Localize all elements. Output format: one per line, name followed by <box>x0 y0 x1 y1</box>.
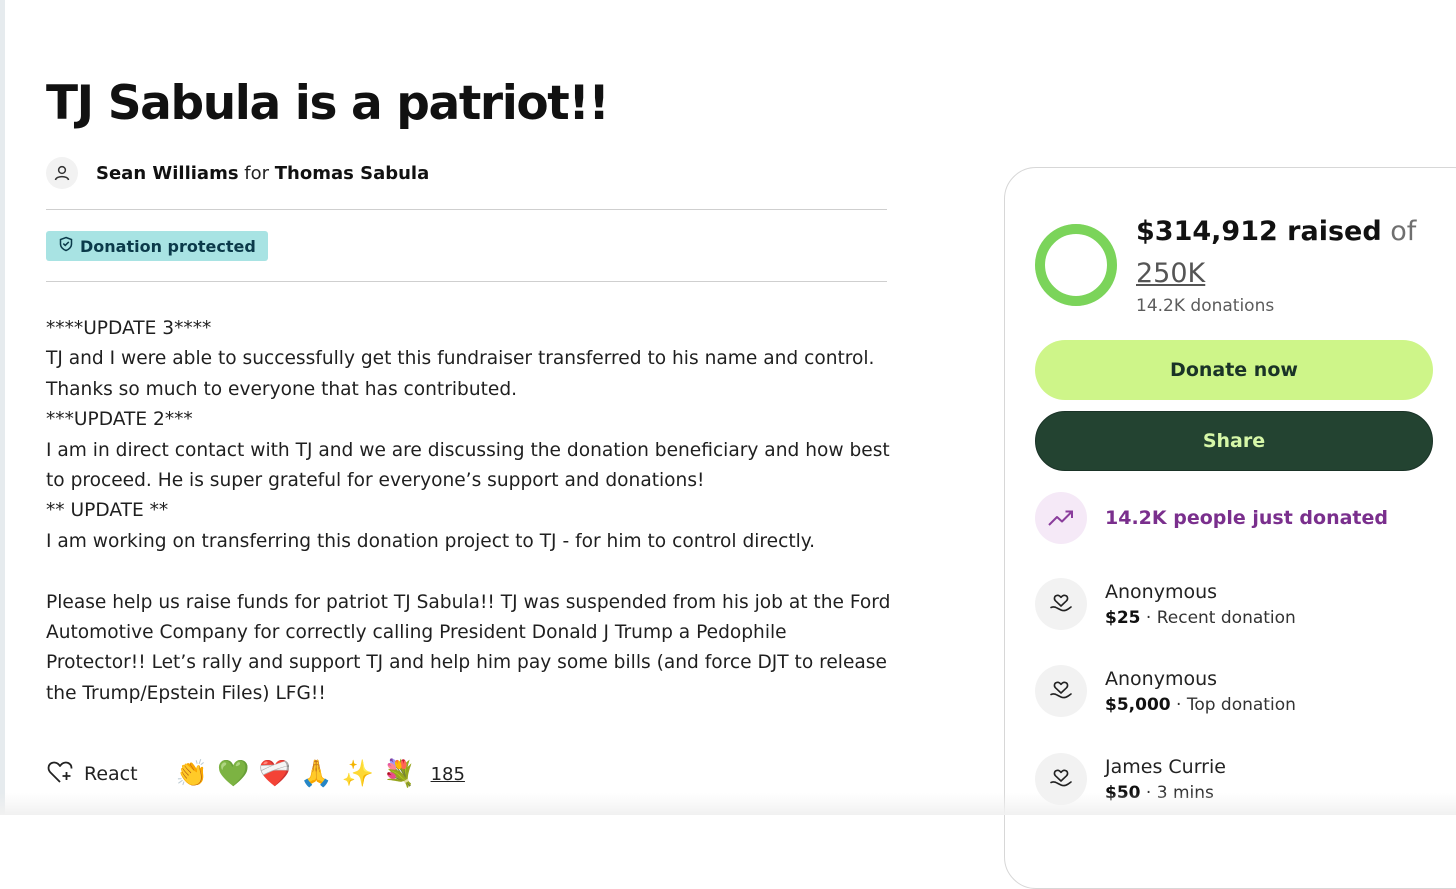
donor-name: James Currie <box>1105 756 1226 778</box>
donor-amount: $50 <box>1105 783 1141 803</box>
donor-amount: $5,000 <box>1105 695 1171 715</box>
page-left-edge <box>0 0 5 815</box>
reaction-emoji[interactable]: ✨ <box>342 754 384 794</box>
reaction-emojis: 👏 💚 ❤️‍🩹 🙏 ✨ 💐 <box>176 754 425 794</box>
donor-name: Anonymous <box>1105 668 1218 690</box>
story-line: ** UPDATE ** <box>46 500 169 522</box>
trending-up-icon <box>1035 492 1087 544</box>
donor-item: James Currie $50 · 3 mins <box>1035 751 1226 807</box>
heart-hand-icon <box>1035 753 1087 805</box>
donor-item: Anonymous $5,000 · Top donation <box>1035 663 1296 719</box>
donor-meta: $5,000 · Top donation <box>1105 693 1296 717</box>
donor-meta: $25 · Recent donation <box>1105 606 1296 630</box>
meta-separator: · <box>1140 608 1157 628</box>
organizer-line: Sean Williams for Thomas Sabula <box>96 163 429 184</box>
organizer-name[interactable]: Sean Williams <box>96 163 239 184</box>
reactions-bar: React 👏 💚 ❤️‍🩹 🙏 ✨ 💐 185 <box>46 754 465 794</box>
story-line: I am in direct contact with TJ and we ar… <box>46 439 890 461</box>
person-icon <box>46 157 78 189</box>
of-word: of <box>1390 216 1417 247</box>
donor-detail: 3 mins <box>1156 783 1214 803</box>
donor-item: Anonymous $25 · Recent donation <box>1035 576 1296 632</box>
react-label: React <box>84 763 138 785</box>
donor-meta: $50 · 3 mins <box>1105 781 1226 805</box>
beneficiary-name[interactable]: Thomas Sabula <box>275 163 429 184</box>
amount-raised: $314,912 raised of <box>1136 212 1416 252</box>
story-line: I am working on transferring this donati… <box>46 530 816 552</box>
progress-ring-fill <box>1035 224 1117 306</box>
meta-separator: · <box>1170 695 1187 715</box>
reaction-emoji[interactable]: 💚 <box>217 754 259 794</box>
story-line: ***UPDATE 2*** <box>46 409 193 431</box>
story-line: Please help us raise funds for patriot T… <box>46 591 891 613</box>
donor-name: Anonymous <box>1105 581 1218 603</box>
heart-plus-icon <box>46 759 74 789</box>
donate-now-button[interactable]: Donate now <box>1035 340 1433 400</box>
donor-detail: Top donation <box>1186 695 1296 715</box>
story-text: ****UPDATE 3**** TJ and I were able to su… <box>46 314 906 709</box>
story-line: the Trump/Epstein Files) LFG!! <box>46 682 326 704</box>
trending-text: 14.2K people just donated <box>1105 507 1388 529</box>
divider <box>46 281 887 282</box>
goal-amount[interactable]: 250K <box>1136 254 1205 294</box>
progress-ring <box>1035 224 1117 306</box>
donor-amount: $25 <box>1105 608 1141 628</box>
story-line: Thanks so much to everyone that has cont… <box>46 378 518 400</box>
badge-label: Donation protected <box>80 236 256 256</box>
organizer-row: Sean Williams for Thomas Sabula <box>46 156 429 190</box>
reaction-emoji[interactable]: 👏 <box>176 754 218 794</box>
react-button[interactable]: React <box>46 759 138 789</box>
heart-hand-icon <box>1035 665 1087 717</box>
story-line: to proceed. He is super grateful for eve… <box>46 469 705 491</box>
meta-separator: · <box>1140 783 1157 803</box>
share-button[interactable]: Share <box>1035 411 1433 471</box>
shield-icon <box>58 236 74 256</box>
reaction-emoji[interactable]: 🙏 <box>300 754 342 794</box>
raised-amount: $314,912 raised <box>1136 216 1382 247</box>
donor-detail: Recent donation <box>1156 608 1296 628</box>
trending-row: 14.2K people just donated <box>1035 492 1388 544</box>
donations-count: 14.2K donations <box>1136 296 1275 316</box>
page-title: TJ Sabula is a patriot!! <box>46 76 610 131</box>
heart-hand-icon <box>1035 578 1087 630</box>
story-line: Automotive Company for correctly calling… <box>46 621 787 643</box>
divider <box>46 209 887 210</box>
reaction-emoji[interactable]: ❤️‍🩹 <box>259 754 301 794</box>
story-line: ****UPDATE 3**** <box>46 318 212 339</box>
story-line: TJ and I were able to successfully get t… <box>46 348 875 370</box>
story-line: Protector!! Let’s rally and support TJ a… <box>46 652 887 674</box>
reaction-emoji[interactable]: 💐 <box>383 754 425 794</box>
reaction-count[interactable]: 185 <box>431 764 465 785</box>
story-line <box>46 557 906 587</box>
for-word: for <box>244 162 270 184</box>
donation-protected-badge[interactable]: Donation protected <box>46 231 268 261</box>
